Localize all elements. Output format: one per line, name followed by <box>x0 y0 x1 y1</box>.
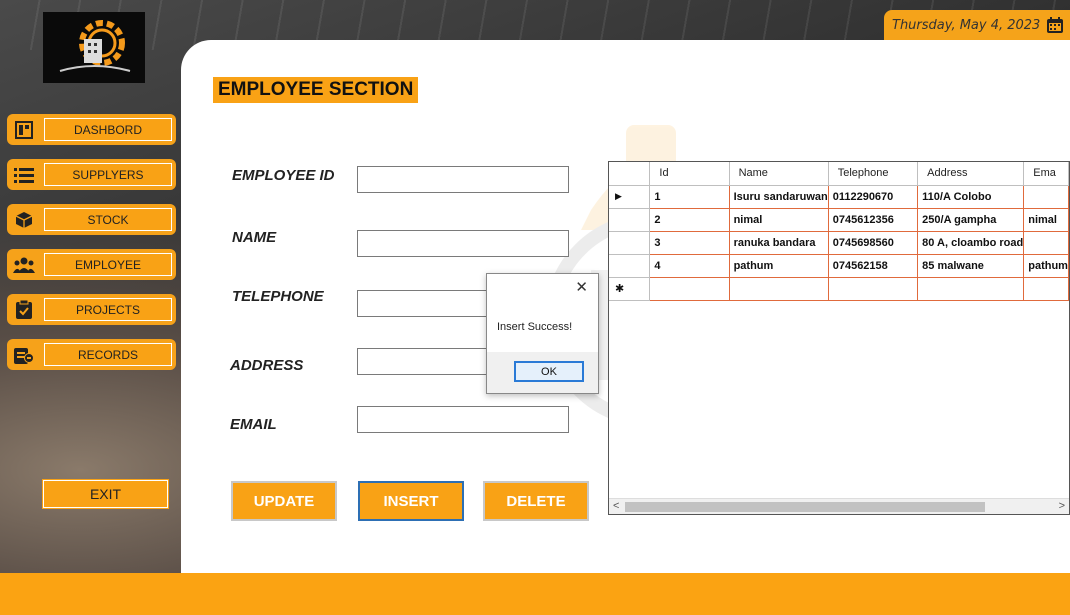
table-cell[interactable]: 85 malwane <box>917 254 1025 278</box>
telephone-label: TELEPHONE <box>232 288 324 305</box>
table-cell[interactable]: pathum <box>1023 254 1069 278</box>
box-icon <box>7 204 41 235</box>
message-dialog: ✕ Insert Success! OK <box>486 273 599 394</box>
table-cell[interactable]: 2 <box>649 208 730 232</box>
ok-button[interactable]: OK <box>514 361 584 382</box>
name-label: NAME <box>232 229 277 246</box>
table-cell[interactable] <box>1023 277 1069 301</box>
current-row-marker[interactable]: ▶ <box>609 185 651 209</box>
row-header[interactable] <box>609 254 651 278</box>
table-cell[interactable]: 110/A Colobo <box>917 185 1025 209</box>
calendar-icon[interactable] <box>1046 16 1064 34</box>
column-header[interactable]: Telephone <box>828 162 919 186</box>
dialog-message: Insert Success! <box>497 321 573 333</box>
address-label: ADDRESS <box>230 357 304 374</box>
column-header[interactable]: Name <box>729 162 829 186</box>
sidebar-item-employee[interactable]: EMPLOYEE <box>7 249 176 280</box>
table-cell[interactable] <box>1023 231 1069 255</box>
company-logo <box>43 12 145 83</box>
scrollbar-thumb[interactable] <box>625 502 985 512</box>
sidebar-item-label: DASHBORD <box>44 118 172 141</box>
users-icon <box>7 249 41 280</box>
table-cell[interactable]: 80 A, cloambo road <box>917 231 1025 255</box>
table-cell[interactable]: 0112290670 <box>828 185 919 209</box>
exit-button[interactable]: EXIT <box>42 479 169 509</box>
sidebar-item-records[interactable]: RECORDS <box>7 339 176 370</box>
table-cell[interactable]: nimal <box>1023 208 1069 232</box>
column-header[interactable]: Address <box>917 162 1025 186</box>
new-row-marker[interactable]: ✱ <box>609 277 651 301</box>
table-cell[interactable] <box>729 277 829 301</box>
sidebar-item-dashboard[interactable]: DASHBORD <box>7 114 176 145</box>
sidebar-item-label: RECORDS <box>44 343 172 366</box>
horizontal-scrollbar[interactable]: < > <box>609 498 1069 514</box>
sidebar-item-label: SUPPLYERS <box>44 163 172 186</box>
employee-table: Id Name Telephone Address Ema ▶ 1 Isuru … <box>609 162 1069 301</box>
table-cell[interactable]: 074562158 <box>828 254 919 278</box>
email-label: EMAIL <box>230 416 277 433</box>
dialog-footer: OK <box>487 352 598 393</box>
table-cell[interactable]: 1 <box>649 185 730 209</box>
current-date: Thursday, May 4, 2023 <box>892 18 1041 33</box>
footer-bar <box>0 573 1070 615</box>
table-cell[interactable]: 0745612356 <box>828 208 919 232</box>
records-icon <box>7 339 41 370</box>
sidebar-item-projects[interactable]: PROJECTS <box>7 294 176 325</box>
table-cell[interactable] <box>1023 185 1069 209</box>
column-header[interactable]: Ema <box>1023 162 1069 186</box>
scroll-left-icon[interactable]: < <box>613 500 619 512</box>
insert-button[interactable]: INSERT <box>358 481 464 521</box>
update-button[interactable]: UPDATE <box>231 481 337 521</box>
column-header[interactable]: Id <box>649 162 730 186</box>
table-row[interactable]: 2 nimal 0745612356 250/A gampha nimal <box>609 208 1069 232</box>
employee-id-input[interactable] <box>357 166 569 193</box>
clipboard-icon <box>7 294 41 325</box>
sidebar-item-stock[interactable]: STOCK <box>7 204 176 235</box>
table-row[interactable]: ▶ 1 Isuru sandaruwan 0112290670 110/A Co… <box>609 185 1069 209</box>
table-cell[interactable]: nimal <box>729 208 829 232</box>
close-icon[interactable]: ✕ <box>575 278 588 296</box>
grid-corner <box>609 162 651 186</box>
table-cell[interactable]: 0745698560 <box>828 231 919 255</box>
main-panel: EMPLOYEE SECTION EMPLOYEE ID NAME TELEPH… <box>181 40 1070 574</box>
dashboard-icon <box>7 114 41 145</box>
email-input[interactable] <box>357 406 569 433</box>
delete-button[interactable]: DELETE <box>483 481 589 521</box>
table-header-row: Id Name Telephone Address Ema <box>609 162 1069 186</box>
table-cell[interactable]: 3 <box>649 231 730 255</box>
row-header[interactable] <box>609 208 651 232</box>
row-header[interactable] <box>609 231 651 255</box>
table-cell[interactable]: 4 <box>649 254 730 278</box>
table-cell[interactable]: pathum <box>729 254 829 278</box>
sidebar-item-label: STOCK <box>44 208 172 231</box>
name-input[interactable] <box>357 230 569 257</box>
table-cell[interactable] <box>917 277 1025 301</box>
table-cell[interactable]: ranuka bandara <box>729 231 829 255</box>
sidebar-item-label: EMPLOYEE <box>44 253 172 276</box>
scroll-right-icon[interactable]: > <box>1059 500 1065 512</box>
sidebar-item-suppliers[interactable]: SUPPLYERS <box>7 159 176 190</box>
page-title: EMPLOYEE SECTION <box>213 77 419 103</box>
table-cell[interactable] <box>649 277 730 301</box>
sidebar-item-label: PROJECTS <box>44 298 172 321</box>
employee-grid[interactable]: Id Name Telephone Address Ema ▶ 1 Isuru … <box>608 161 1070 515</box>
table-cell[interactable]: 250/A gampha <box>917 208 1025 232</box>
table-row[interactable]: 4 pathum 074562158 85 malwane pathum <box>609 254 1069 278</box>
employee-id-label: EMPLOYEE ID <box>232 167 335 184</box>
table-cell[interactable] <box>828 277 919 301</box>
table-row[interactable]: 3 ranuka bandara 0745698560 80 A, cloamb… <box>609 231 1069 255</box>
list-icon <box>7 159 41 190</box>
new-row[interactable]: ✱ <box>609 277 1069 301</box>
table-cell[interactable]: Isuru sandaruwan <box>729 185 829 209</box>
date-bar: Thursday, May 4, 2023 <box>884 10 1070 41</box>
